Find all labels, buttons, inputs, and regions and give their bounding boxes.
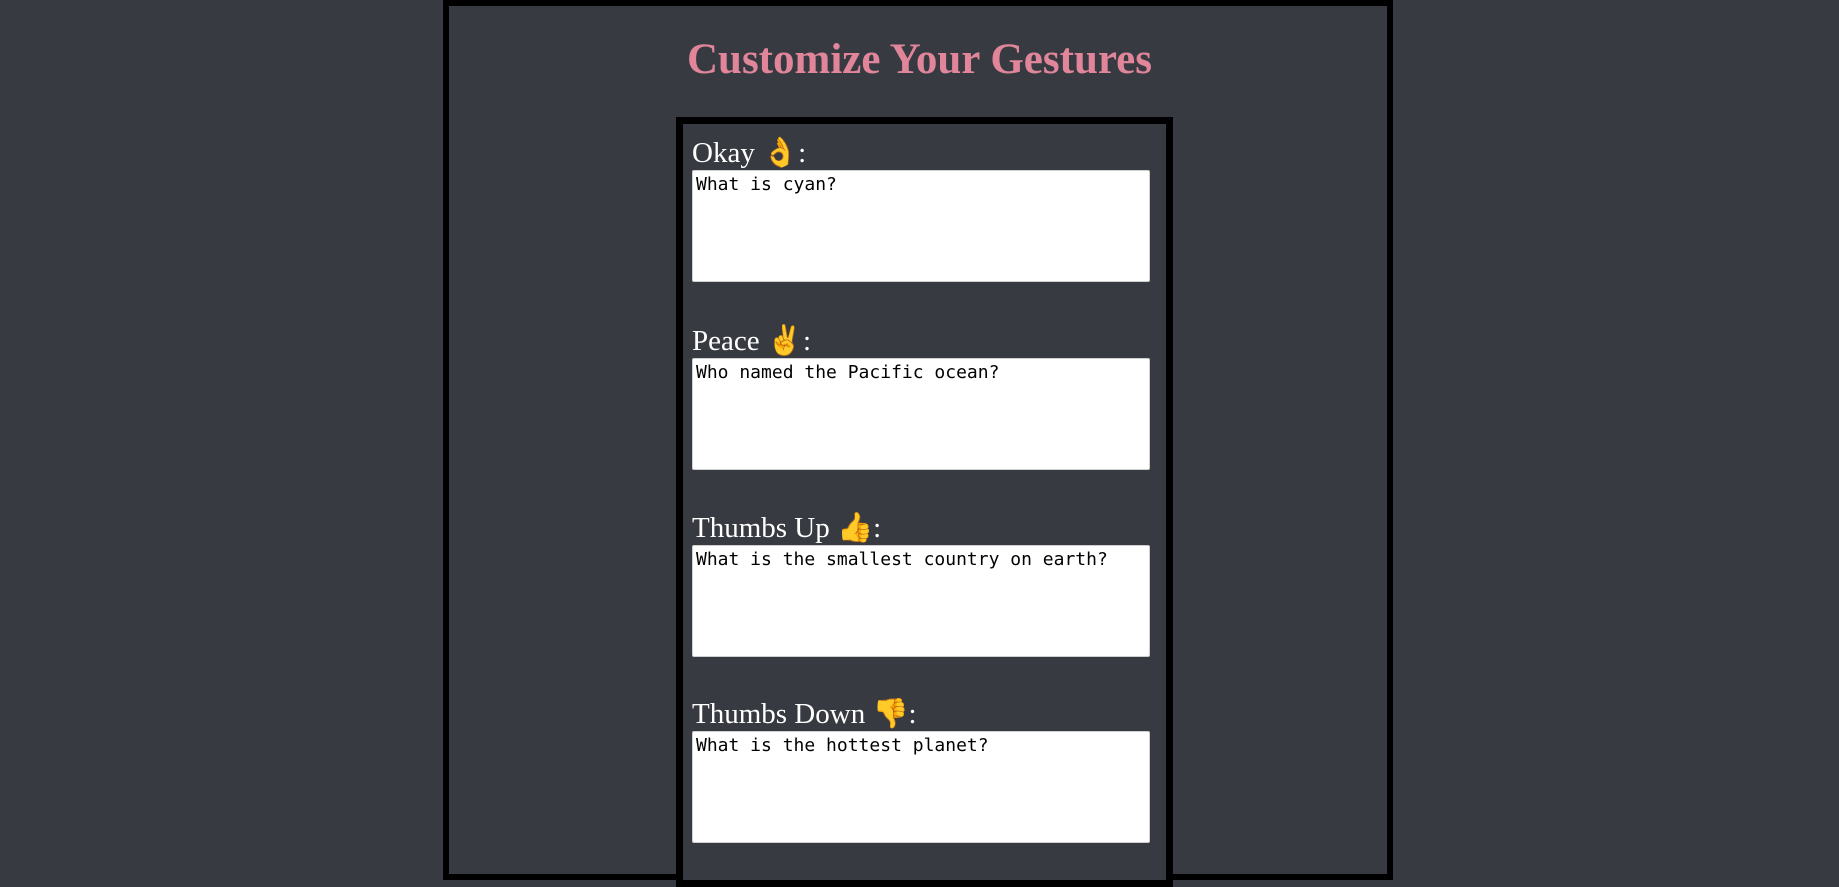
gesture-thumbs-down-label: Thumbs Down 👎: — [692, 698, 917, 730]
gesture-thumbs-down: Thumbs Down 👎: What is the hottest plane… — [692, 697, 1150, 843]
gesture-thumbs-up-label: Thumbs Up 👍: — [692, 512, 882, 544]
gesture-thumbs-up-textarea[interactable]: What is the smallest country on earth? — [692, 545, 1150, 657]
gesture-okay-textarea[interactable]: What is cyan? — [692, 170, 1150, 282]
gesture-okay: Okay 👌: What is cyan? — [692, 136, 1150, 282]
gesture-peace: Peace ✌️: Who named the Pacific ocean? — [692, 324, 1150, 470]
page-title: Customize Your Gestures — [686, 36, 1152, 83]
gesture-okay-label: Okay 👌: — [692, 137, 807, 169]
gesture-thumbs-down-textarea[interactable]: What is the hottest planet? — [692, 731, 1150, 843]
gesture-peace-textarea[interactable]: Who named the Pacific ocean? — [692, 358, 1150, 470]
gesture-thumbs-up: Thumbs Up 👍: What is the smallest countr… — [692, 511, 1150, 657]
gesture-peace-label: Peace ✌️: — [692, 325, 812, 357]
